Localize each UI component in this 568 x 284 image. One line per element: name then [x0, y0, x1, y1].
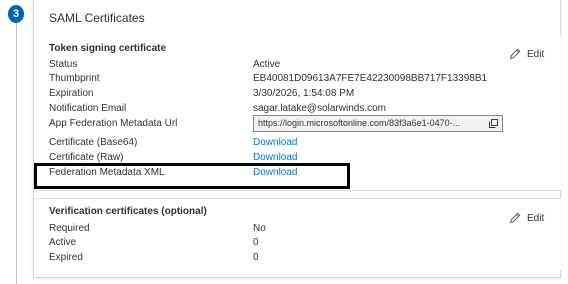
saml-page: 3 SAML Certificates Token signing certif…: [0, 0, 568, 284]
expired-label: Expired: [49, 252, 83, 263]
required-value: No: [253, 223, 266, 234]
token-signing-section: Token signing certificate Edit Status Ac…: [35, 35, 561, 191]
thumbprint-value: EB40081D09613A7FE7E42230098BB717F13398B1: [253, 73, 488, 84]
expiration-value: 3/30/2026, 1:54:08 PM: [253, 88, 355, 99]
active-value: 0: [253, 237, 259, 248]
thumbprint-label: Thumbprint: [49, 73, 100, 84]
pencil-icon: [509, 48, 521, 60]
verification-section: Verification certificates (optional) Edi…: [35, 198, 561, 270]
metadata-url-label: App Federation Metadata Url: [49, 118, 178, 129]
expiration-label: Expiration: [49, 88, 94, 99]
notification-email-label: Notification Email: [49, 103, 127, 114]
expired-value: 0: [253, 252, 259, 263]
certificate-raw-download-link[interactable]: Download: [253, 152, 297, 163]
active-label: Active: [49, 237, 77, 248]
saml-certificates-card: SAML Certificates Token signing certific…: [33, 0, 561, 278]
certificate-base64-label: Certificate (Base64): [49, 137, 138, 148]
token-signing-title: Token signing certificate: [49, 43, 167, 54]
token-signing-edit-label: Edit: [527, 48, 545, 60]
notification-email-value: sagar.latake@solarwinds.com: [253, 103, 386, 114]
token-signing-edit-button[interactable]: Edit: [509, 48, 544, 60]
metadata-url-value: https://login.microsoftonline.com/83f3a6…: [258, 118, 461, 128]
status-label: Status: [49, 59, 78, 70]
certificate-raw-label: Certificate (Raw): [49, 152, 124, 163]
certificate-base64-download-link[interactable]: Download: [253, 137, 297, 148]
metadata-url-field[interactable]: https://login.microsoftonline.com/83f3a6…: [253, 115, 503, 132]
verification-edit-button[interactable]: Edit: [509, 212, 544, 224]
pencil-icon: [509, 212, 521, 224]
copy-icon[interactable]: [489, 119, 498, 128]
federation-metadata-xml-download-link[interactable]: Download: [253, 167, 297, 178]
card-title: SAML Certificates: [49, 11, 145, 25]
required-label: Required: [49, 223, 90, 234]
step-number-badge: 3: [8, 5, 24, 23]
verification-title: Verification certificates (optional): [49, 206, 207, 217]
federation-metadata-xml-label: Federation Metadata XML: [49, 167, 165, 178]
verification-edit-label: Edit: [527, 212, 545, 224]
step-connector-line: [16, 22, 17, 284]
status-value: Active: [253, 59, 281, 70]
